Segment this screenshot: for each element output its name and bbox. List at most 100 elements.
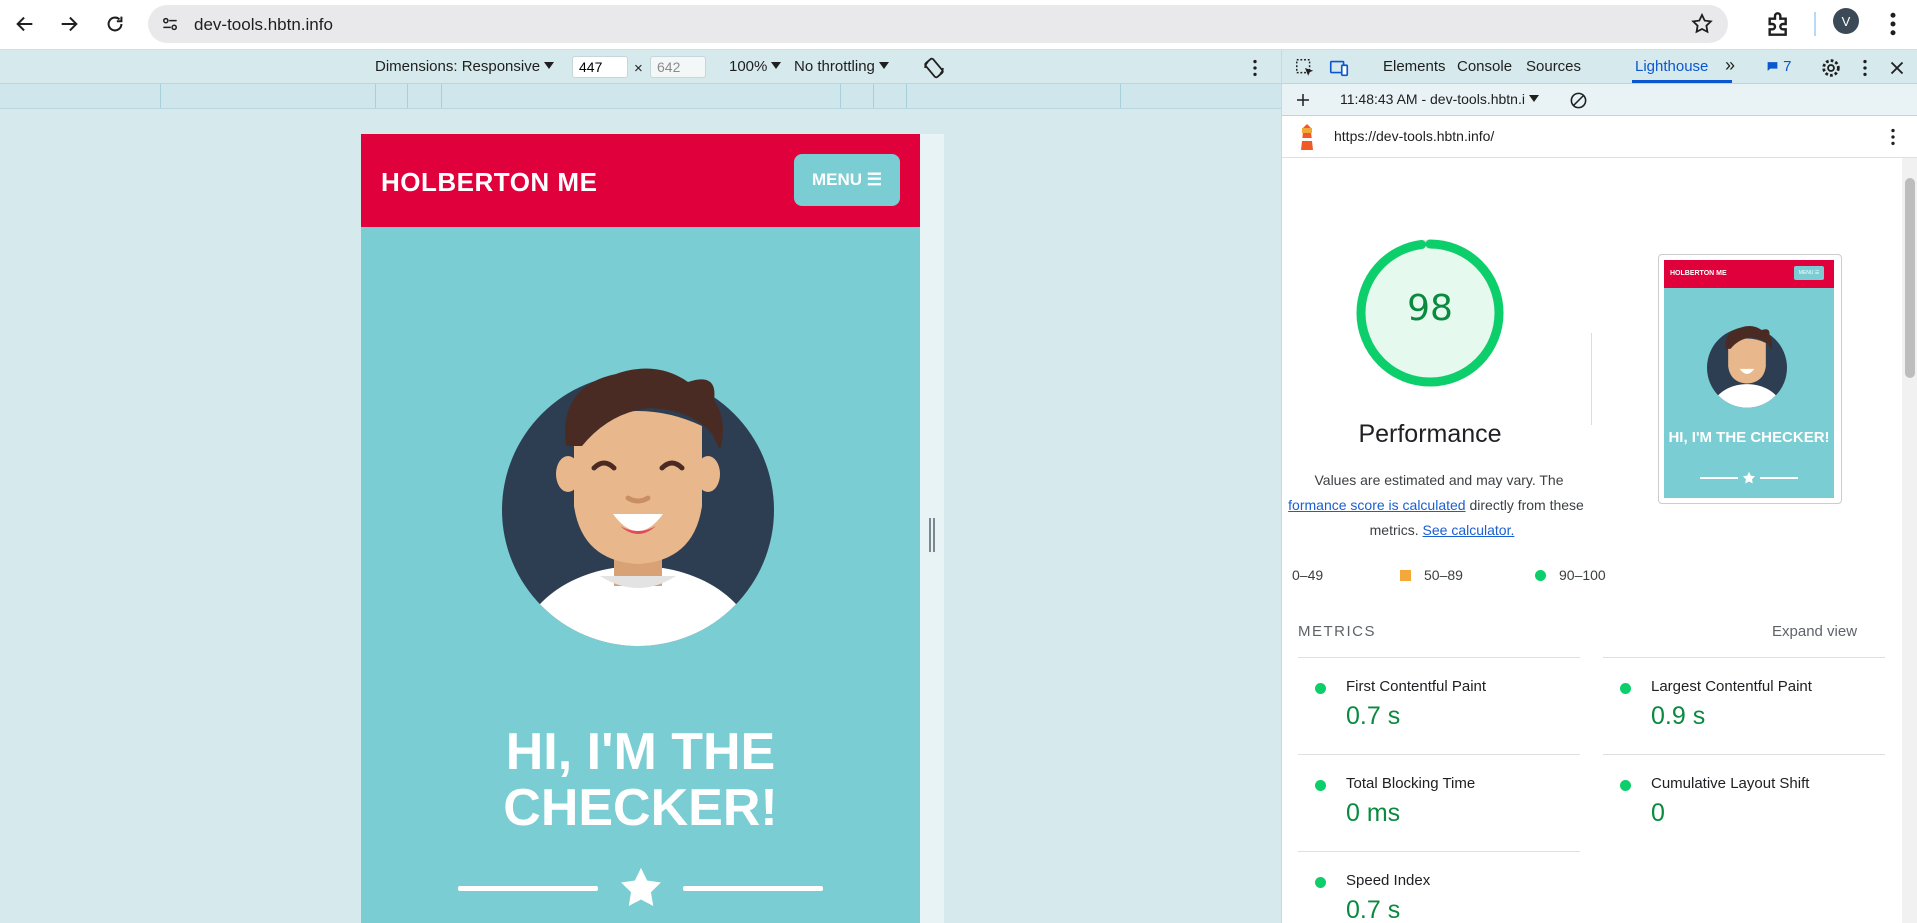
lighthouse-toolbar: 11:48:43 AM - dev-tools.hbtn.i <box>1282 84 1917 116</box>
metric-si: Speed Index 0.7 s <box>1298 851 1580 923</box>
clear-block-icon[interactable] <box>1569 91 1588 110</box>
divider-line-right <box>683 886 823 891</box>
legend-average-swatch <box>1400 570 1411 581</box>
back-button[interactable] <box>7 6 43 42</box>
more-tabs-button[interactable]: » <box>1725 55 1735 76</box>
site-header: HOLBERTON ME MENU ☰ <box>361 134 920 227</box>
width-input[interactable] <box>572 56 628 78</box>
forward-button[interactable] <box>51 6 87 42</box>
gauge-separator <box>1591 333 1592 425</box>
metric-label: Largest Contentful Paint <box>1651 678 1812 695</box>
browser-toolbar: dev-tools.hbtn.info V <box>0 0 1917 50</box>
pass-dot-icon <box>1315 877 1326 888</box>
device-more-icon[interactable] <box>1244 57 1266 79</box>
metric-value: 0 ms <box>1346 799 1401 827</box>
report-selector[interactable]: 11:48:43 AM - dev-tools.hbtn.i <box>1340 91 1539 107</box>
metric-tbt: Total Blocking Time 0 ms <box>1298 754 1580 851</box>
dimensions-label: Dimensions: Responsive <box>375 58 541 75</box>
see-calculator-link[interactable]: See calculator. <box>1423 522 1515 538</box>
bookmark-star-icon[interactable] <box>1690 12 1714 36</box>
metric-value: 0.7 s <box>1346 702 1401 730</box>
note-line2: formance score is calculated directly fr… <box>1282 493 1596 518</box>
thumbnail-avatar <box>1707 326 1787 408</box>
resize-handle-icon[interactable] <box>928 518 936 552</box>
rotate-icon[interactable] <box>922 56 946 80</box>
report-more-icon[interactable] <box>1882 126 1904 148</box>
metric-fcp: First Contentful Paint 0.7 s <box>1298 657 1580 754</box>
legend-average: 50–89 <box>1424 567 1463 583</box>
hero-title-line2: CHECKER! <box>503 779 778 837</box>
metric-label: Cumulative Layout Shift <box>1651 775 1810 792</box>
legend-pass-swatch <box>1535 570 1546 581</box>
message-icon <box>1767 62 1778 71</box>
throttling-select[interactable]: No throttling <box>794 58 889 75</box>
dimension-times: × <box>634 60 643 77</box>
performance-score: 98 <box>1407 288 1453 329</box>
lighthouse-logo-icon <box>1301 124 1313 150</box>
active-tab-indicator <box>1632 80 1732 83</box>
category-title: Performance <box>1358 420 1502 448</box>
thumbnail-brand: HOLBERTON ME <box>1670 270 1727 277</box>
throttling-label: No throttling <box>794 58 875 75</box>
menu-button[interactable]: MENU ☰ <box>794 154 900 206</box>
report-url[interactable]: https://dev-tools.hbtn.info/ <box>1334 128 1494 144</box>
checker-avatar-illustration <box>502 368 774 646</box>
scrollbar-thumb[interactable] <box>1905 178 1915 378</box>
tab-console[interactable]: Console <box>1457 58 1512 75</box>
height-input[interactable] <box>650 56 706 78</box>
thumbnail-header: HOLBERTON ME MENU ☰ <box>1664 260 1834 288</box>
final-screenshot-thumbnail[interactable]: HOLBERTON ME MENU ☰ HI, I'M THE CHECKER! <box>1658 254 1842 504</box>
tab-lighthouse[interactable]: Lighthouse <box>1635 58 1708 75</box>
issues-badge[interactable]: 7 <box>1766 58 1792 75</box>
profile-avatar[interactable]: V <box>1833 8 1859 34</box>
arrow-left-icon <box>16 16 33 32</box>
thumbnail-divider-right <box>1760 477 1798 479</box>
hero-title: HI, I'M THE CHECKER! <box>361 724 920 836</box>
legend-fail: 0–49 <box>1292 567 1324 583</box>
metric-label: Speed Index <box>1346 872 1431 889</box>
star-icon <box>621 867 661 907</box>
inspect-element-icon[interactable] <box>1294 57 1316 79</box>
tab-sources[interactable]: Sources <box>1526 58 1581 75</box>
reload-button[interactable] <box>97 6 133 42</box>
issues-count: 7 <box>1783 58 1792 75</box>
divider-line-left <box>458 886 598 891</box>
chevron-down-icon <box>544 62 555 69</box>
metric-value: 0.7 s <box>1346 896 1401 923</box>
pass-dot-icon <box>1315 683 1326 694</box>
more-vert-icon[interactable] <box>1878 8 1908 40</box>
tab-elements[interactable]: Elements <box>1383 58 1446 75</box>
note-line1: Values are estimated and may vary. The <box>1314 472 1564 488</box>
metric-value: 0.9 s <box>1651 702 1706 730</box>
settings-gear-icon[interactable] <box>1820 57 1842 79</box>
site-brand[interactable]: HOLBERTON ME <box>381 167 597 198</box>
device-toggle-icon[interactable] <box>1328 57 1350 79</box>
devtools-panel: Elements Console Sources Lighthouse » 7 … <box>1281 50 1917 923</box>
address-bar[interactable]: dev-tools.hbtn.info <box>148 5 1728 43</box>
close-icon[interactable] <box>1886 57 1908 79</box>
thumbnail-divider-left <box>1700 477 1738 479</box>
chevron-down-icon <box>878 62 889 69</box>
device-toolbar: Dimensions: Responsive × 100% No throttl… <box>0 50 1281 83</box>
browser-window: dev-tools.hbtn.info V Dimensions: Respon… <box>0 0 1917 923</box>
score-calculated-link[interactable]: formance score is calculated <box>1288 497 1465 513</box>
zoom-select[interactable]: 100% <box>729 58 782 75</box>
expand-view-toggle[interactable]: Expand view <box>1772 623 1857 640</box>
zoom-label: 100% <box>729 58 768 75</box>
devtools-more-icon[interactable] <box>1854 57 1876 79</box>
reload-icon <box>107 16 123 32</box>
extensions-puzzle-icon[interactable] <box>1763 8 1795 40</box>
legend-pass: 90–100 <box>1559 567 1606 583</box>
chevron-down-icon <box>1528 95 1539 102</box>
report-scrollbar[interactable] <box>1902 158 1917 923</box>
thumbnail-page: HOLBERTON ME MENU ☰ HI, I'M THE CHECKER! <box>1664 260 1834 498</box>
plus-icon[interactable] <box>1294 91 1312 109</box>
note-line3: metrics. See calculator. <box>1288 518 1596 543</box>
pass-dot-icon <box>1620 780 1631 791</box>
media-query-ruler[interactable] <box>0 83 1281 109</box>
site-settings-icon[interactable] <box>158 12 182 36</box>
dimensions-select[interactable]: Dimensions: Responsive <box>375 58 555 75</box>
metric-value: 0 <box>1651 799 1665 827</box>
metric-cls: Cumulative Layout Shift 0 <box>1603 754 1885 851</box>
performance-note: Values are estimated and may vary. The f… <box>1282 468 1596 543</box>
